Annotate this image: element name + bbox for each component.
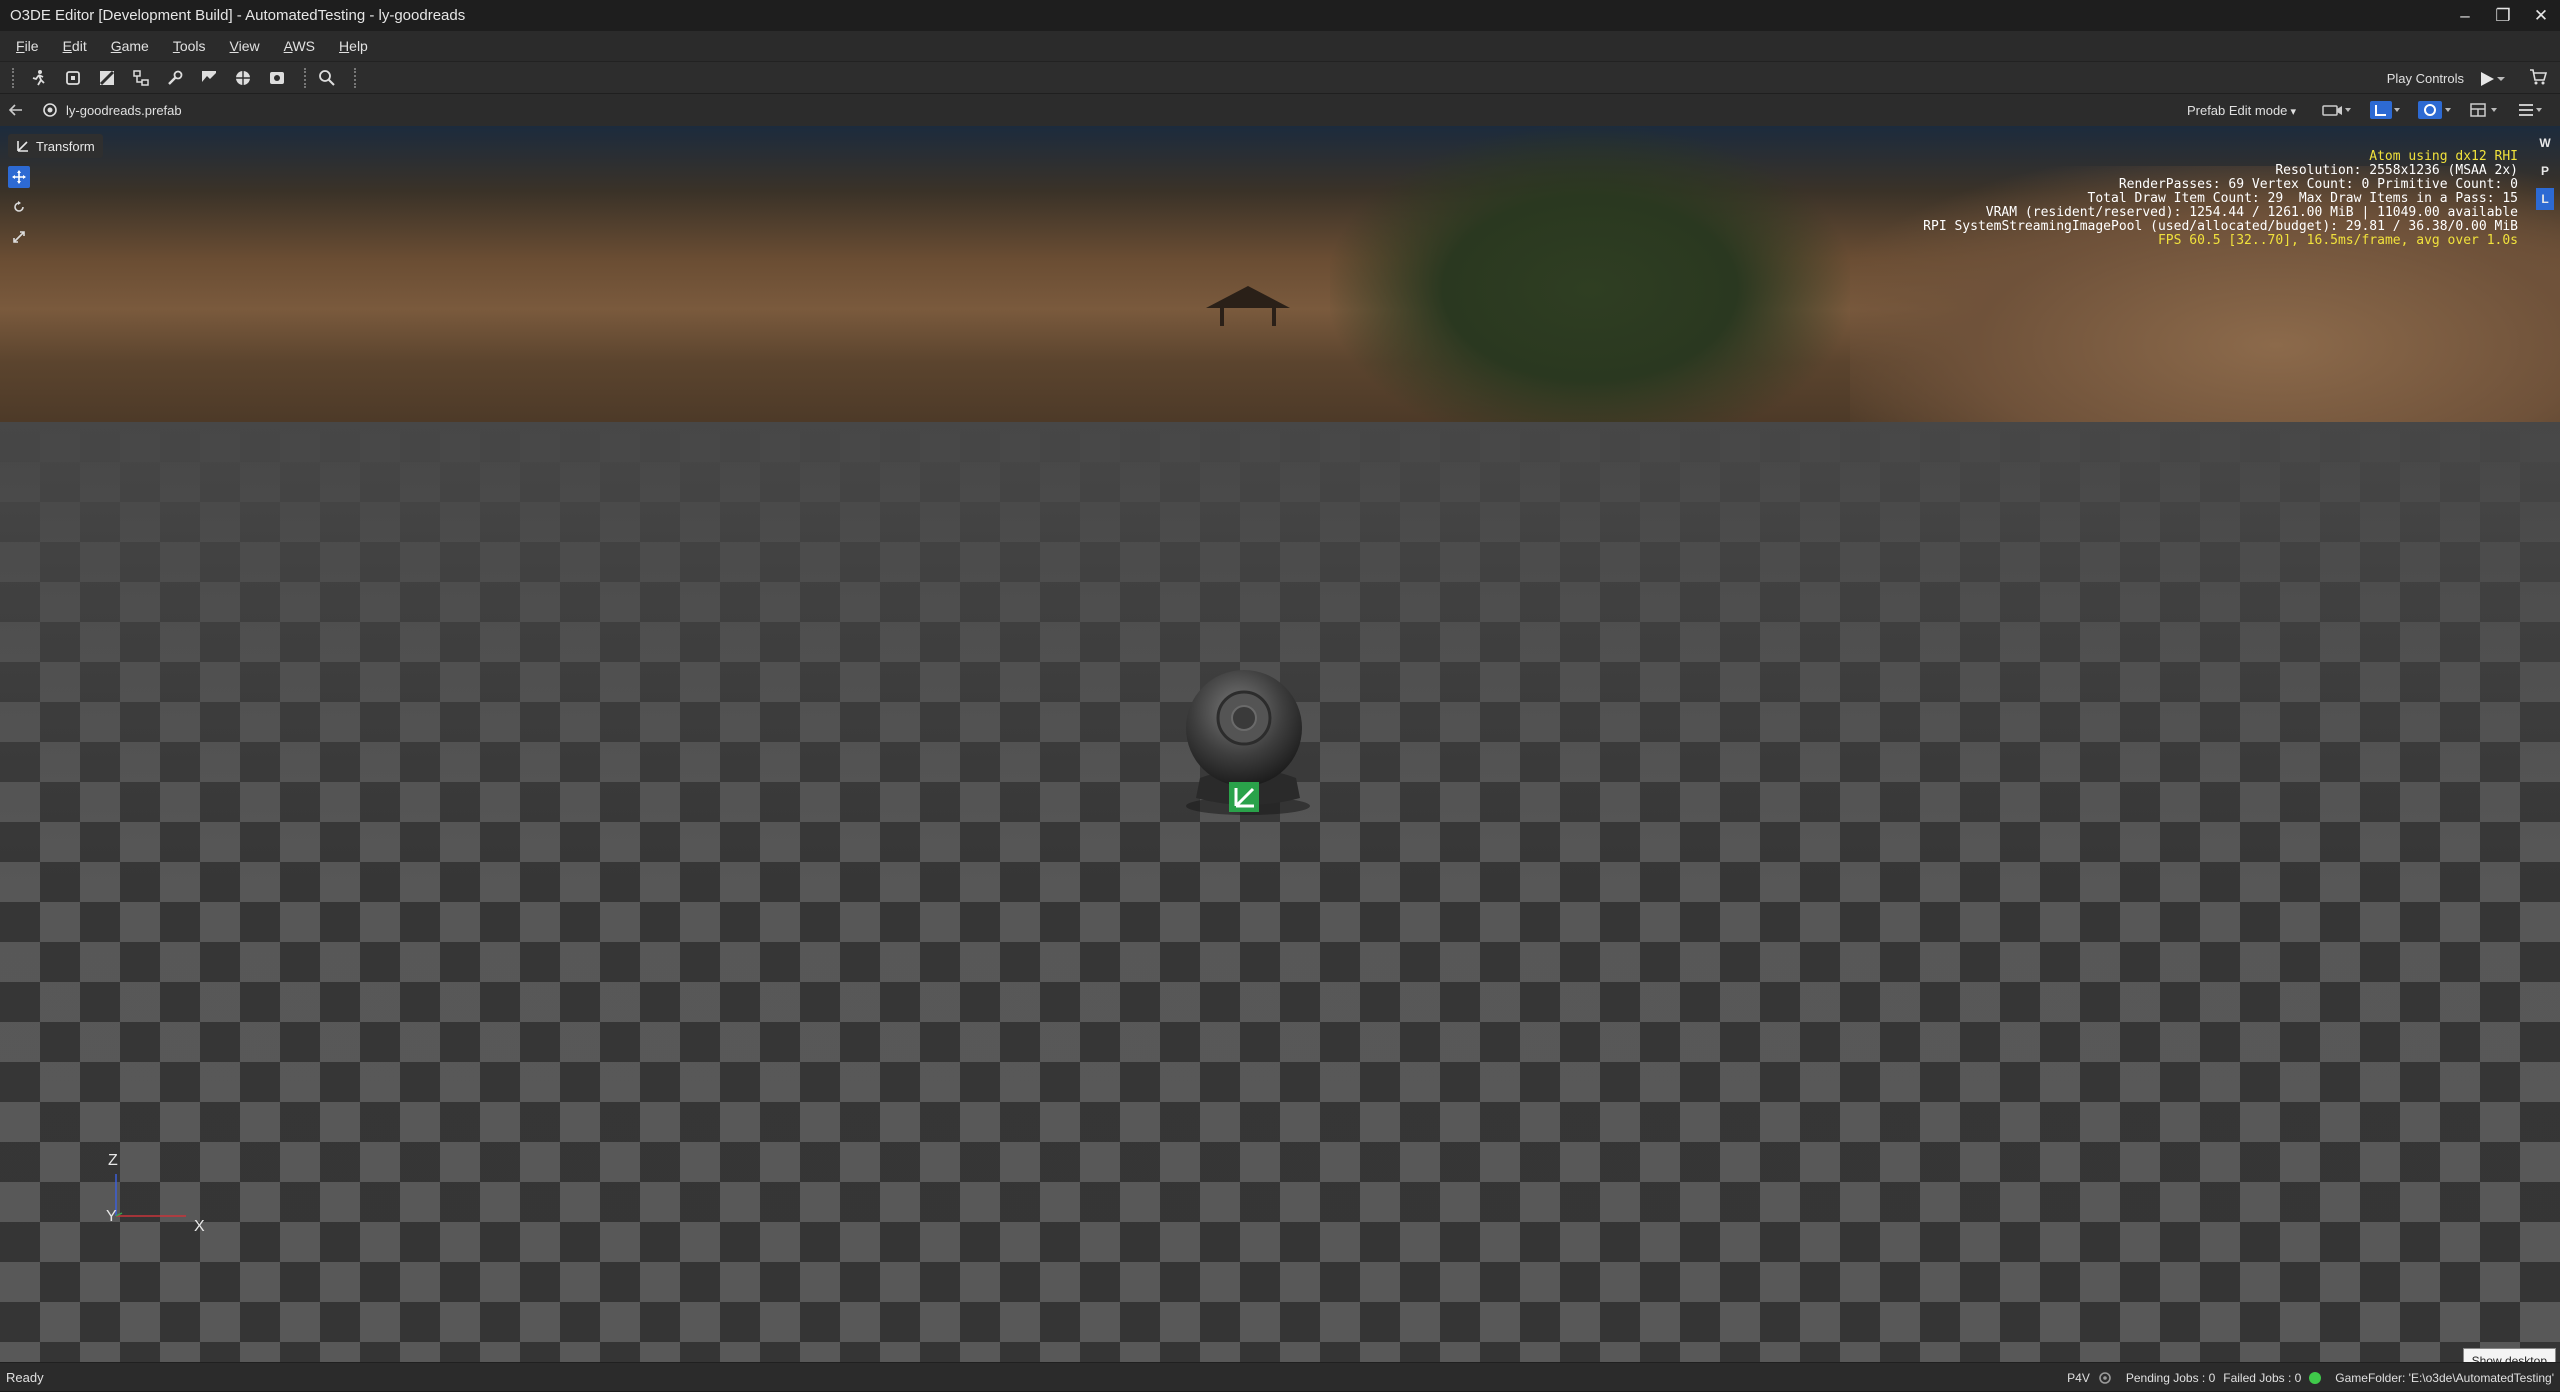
cart-icon[interactable] (2528, 67, 2548, 90)
menu-aws[interactable]: AWS (276, 38, 331, 54)
title-bar: O3DE Editor [Development Build] - Automa… (0, 0, 2560, 31)
play-controls: Play Controls (2387, 62, 2560, 95)
hud-rhi: Atom using dx12 RHI (2369, 149, 2518, 164)
menu-edit[interactable]: Edit (55, 38, 103, 54)
component-icon[interactable] (60, 65, 86, 91)
axis-label-y: Y (106, 1208, 117, 1225)
debug-info-overlay: Atom using dx12 RHI Resolution: 2558x1236… (1923, 150, 2518, 248)
failed-jobs: Failed Jobs : 0 (2223, 1370, 2302, 1385)
show-desktop-tooltip: Show desktop (2462, 1348, 2556, 1362)
ui-editor-icon[interactable] (264, 65, 290, 91)
window-controls: – ❐ ✕ (2446, 0, 2560, 31)
viewport-tool-panel: Transform (8, 134, 103, 248)
globe-icon[interactable] (230, 65, 256, 91)
hud-streaming-pool: RPI SystemStreamingImagePool (used/alloc… (1923, 219, 2518, 234)
hud-resolution: Resolution: 2558x1236 (MSAA 2x) (2275, 163, 2518, 178)
material-icon[interactable] (94, 65, 120, 91)
status-bar: Ready P4V Pending Jobs : 0 Failed Jobs :… (0, 1362, 2560, 1391)
axis-gizmo: Z Y X (98, 1152, 218, 1248)
viewport-options: Prefab Edit mode (2187, 94, 2560, 126)
menu-view[interactable]: View (222, 38, 276, 54)
game-folder: GameFolder: 'E:\o3de\AutomatedTesting' (2335, 1370, 2554, 1385)
tools-icon[interactable] (162, 65, 188, 91)
terrain-icon[interactable] (196, 65, 222, 91)
p4v-settings-icon[interactable] (2098, 1371, 2112, 1385)
script-canvas-icon[interactable] (128, 65, 154, 91)
close-button[interactable]: ✕ (2522, 0, 2560, 31)
status-ready: Ready (6, 1369, 44, 1385)
viewport-layout-button[interactable] (2470, 99, 2500, 121)
hud-fps: FPS 60.5 [32..70], 16.5ms/frame, avg ove… (2157, 233, 2518, 248)
prefab-edit-mode-dropdown[interactable]: Prefab Edit mode (2187, 103, 2296, 118)
transform-mode-button[interactable]: Transform (8, 134, 103, 158)
maximize-button[interactable]: ❐ (2484, 0, 2522, 31)
rotate-tool-button[interactable] (8, 196, 30, 218)
hud-render-passes: RenderPasses: 69 Vertex Count: 0 Primiti… (2118, 177, 2518, 192)
main-toolbar: Play Controls (0, 61, 2560, 94)
toolbar-separator (354, 67, 356, 88)
hud-vram: VRAM (resident/reserved): 1254.44 / 1261… (1985, 205, 2518, 220)
snap-toggle-button[interactable] (2370, 99, 2400, 121)
axis-label-x: X (194, 1218, 205, 1235)
status-right: P4V Pending Jobs : 0 Failed Jobs : 0 Gam… (2059, 1363, 2560, 1392)
play-game-button[interactable] (2478, 70, 2506, 88)
parent-space-toggle[interactable]: P (2536, 160, 2554, 182)
skybox-trees (1330, 126, 1850, 422)
menu-help[interactable]: Help (331, 38, 384, 54)
ground-grid (0, 422, 2560, 1362)
3d-viewport[interactable]: Transform W P L Atom using dx12 RHI Resol… (0, 126, 2560, 1362)
rotate-icon (14, 201, 24, 212)
breadcrumb-prefab[interactable]: ly-goodreads.prefab (66, 103, 182, 118)
menu-game[interactable]: Game (103, 38, 165, 54)
move-tool-button[interactable] (8, 166, 30, 188)
shader-ball-entity[interactable] (1178, 666, 1318, 816)
toolbar-grip[interactable] (12, 67, 16, 88)
menu-file[interactable]: File (8, 38, 55, 54)
minimize-button[interactable]: – (2446, 0, 2484, 31)
scale-icon (13, 231, 25, 243)
pending-jobs: Pending Jobs : 0 (2125, 1370, 2216, 1385)
p4v-label[interactable]: P4V (2067, 1371, 2090, 1385)
local-space-toggle[interactable]: L (2536, 188, 2554, 210)
chevron-down-icon[interactable] (2496, 74, 2506, 84)
checker-ground-plane (0, 422, 2560, 1362)
move-icon (12, 170, 26, 184)
window-title: O3DE Editor [Development Build] - Automa… (10, 7, 466, 24)
transform-label: Transform (36, 138, 95, 154)
camera-options-button[interactable] (2322, 99, 2352, 121)
play-controls-label: Play Controls (2386, 71, 2464, 86)
menu-tools[interactable]: Tools (165, 38, 222, 54)
search-icon[interactable] (314, 65, 340, 91)
coordinate-space-toggles: W P L (2536, 132, 2554, 216)
back-arrow-icon[interactable] (8, 102, 28, 118)
prefab-icon (43, 103, 57, 117)
hamburger-menu-icon[interactable] (2518, 99, 2542, 121)
axis-label-z: Z (108, 1152, 118, 1169)
asset-processor-status-icon[interactable] (2309, 1371, 2322, 1384)
run-icon[interactable] (26, 65, 52, 91)
transform-icon (17, 141, 28, 152)
scale-tool-button[interactable] (8, 226, 30, 248)
grid-toggle-button[interactable] (2418, 99, 2452, 121)
toolbar-separator (304, 67, 306, 88)
hud-draw-items: Total Draw Item Count: 29 Max Draw Items… (2087, 191, 2518, 206)
world-space-toggle[interactable]: W (2536, 132, 2554, 154)
play-icon (2481, 71, 2494, 86)
prefab-breadcrumb-bar: ly-goodreads.prefab Prefab Edit mode (0, 94, 2560, 126)
skybox-hut (1206, 286, 1290, 326)
menu-bar: File Edit Game Tools View AWS Help (0, 31, 2560, 61)
